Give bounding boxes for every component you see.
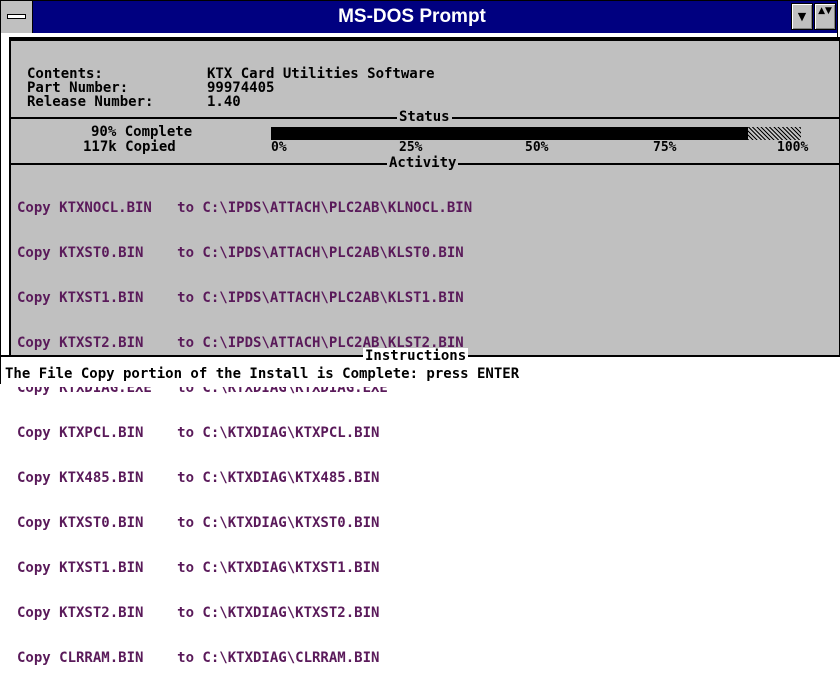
instructions-pane: Instructions The File Copy portion of th… (1, 348, 840, 387)
system-menu-icon (7, 14, 26, 19)
tick-50: 50% (525, 140, 549, 155)
system-menu-button[interactable] (1, 1, 33, 33)
instructions-pane-title: Instructions (363, 348, 469, 364)
activity-row: Copy KTXST1.BIN to C:\KTXDIAG\KTXST1.BIN (17, 560, 380, 576)
tick-25: 25% (399, 140, 423, 155)
release-number-value: 1.40 (207, 94, 241, 110)
restore-icon: ▲▼ (818, 6, 832, 16)
tick-0: 0% (271, 140, 287, 155)
title-bar[interactable]: MS-DOS Prompt ▼ ▲▼ (1, 1, 837, 33)
minimize-icon: ▼ (797, 10, 807, 23)
activity-log: Copy KTXNOCL.BIN to C:\IPDS\ATTACH\PLC2A… (17, 171, 472, 696)
activity-row: Copy KTXNOCL.BIN to C:\IPDS\ATTACH\PLC2A… (17, 200, 473, 216)
percent-complete-text: 90% Complete (91, 124, 193, 140)
restore-button[interactable]: ▲▼ (814, 3, 836, 30)
activity-row: Copy KTXST1.BIN to C:\IPDS\ATTACH\PLC2AB… (17, 290, 464, 306)
status-pane-title: Status (397, 109, 452, 125)
activity-pane: Activity Copy KTXNOCL.BIN to C:\IPDS\ATT… (9, 155, 840, 666)
activity-row: Copy KTXST2.BIN to C:\KTXDIAG\KTXST2.BIN (17, 605, 380, 621)
activity-row: Copy KTXPCL.BIN to C:\KTXDIAG\KTXPCL.BIN (17, 425, 380, 441)
release-number-label: Release Number: (27, 94, 154, 110)
activity-row: Copy CLRRAM.BIN to C:\KTXDIAG\CLRRAM.BIN (17, 650, 380, 666)
progress-scale: 0% 25% 50% 75% 100% (271, 140, 831, 156)
activity-row: Copy KTX485.BIN to C:\KTXDIAG\KTX485.BIN (17, 470, 380, 486)
msdos-window: MS-DOS Prompt ▼ ▲▼ Contents: KTX Card Ut… (0, 0, 840, 666)
bytes-copied-text: 117k Copied (83, 139, 176, 155)
tick-100: 100% (777, 140, 809, 155)
window-title: MS-DOS Prompt (338, 6, 486, 27)
progress-bar (271, 127, 801, 140)
instructions-text: The File Copy portion of the Install is … (5, 366, 520, 382)
header-pane: Contents: KTX Card Utilities Software Pa… (9, 39, 840, 119)
dos-screen[interactable]: Contents: KTX Card Utilities Software Pa… (1, 37, 840, 666)
activity-row: Copy KTXST0.BIN to C:\IPDS\ATTACH\PLC2AB… (17, 245, 464, 261)
activity-row: Copy KTXST0.BIN to C:\KTXDIAG\KTXST0.BIN (17, 515, 380, 531)
progress-bar-remaining (748, 127, 801, 140)
tick-75: 75% (653, 140, 677, 155)
activity-pane-title: Activity (387, 155, 459, 171)
minimize-button[interactable]: ▼ (791, 3, 813, 30)
